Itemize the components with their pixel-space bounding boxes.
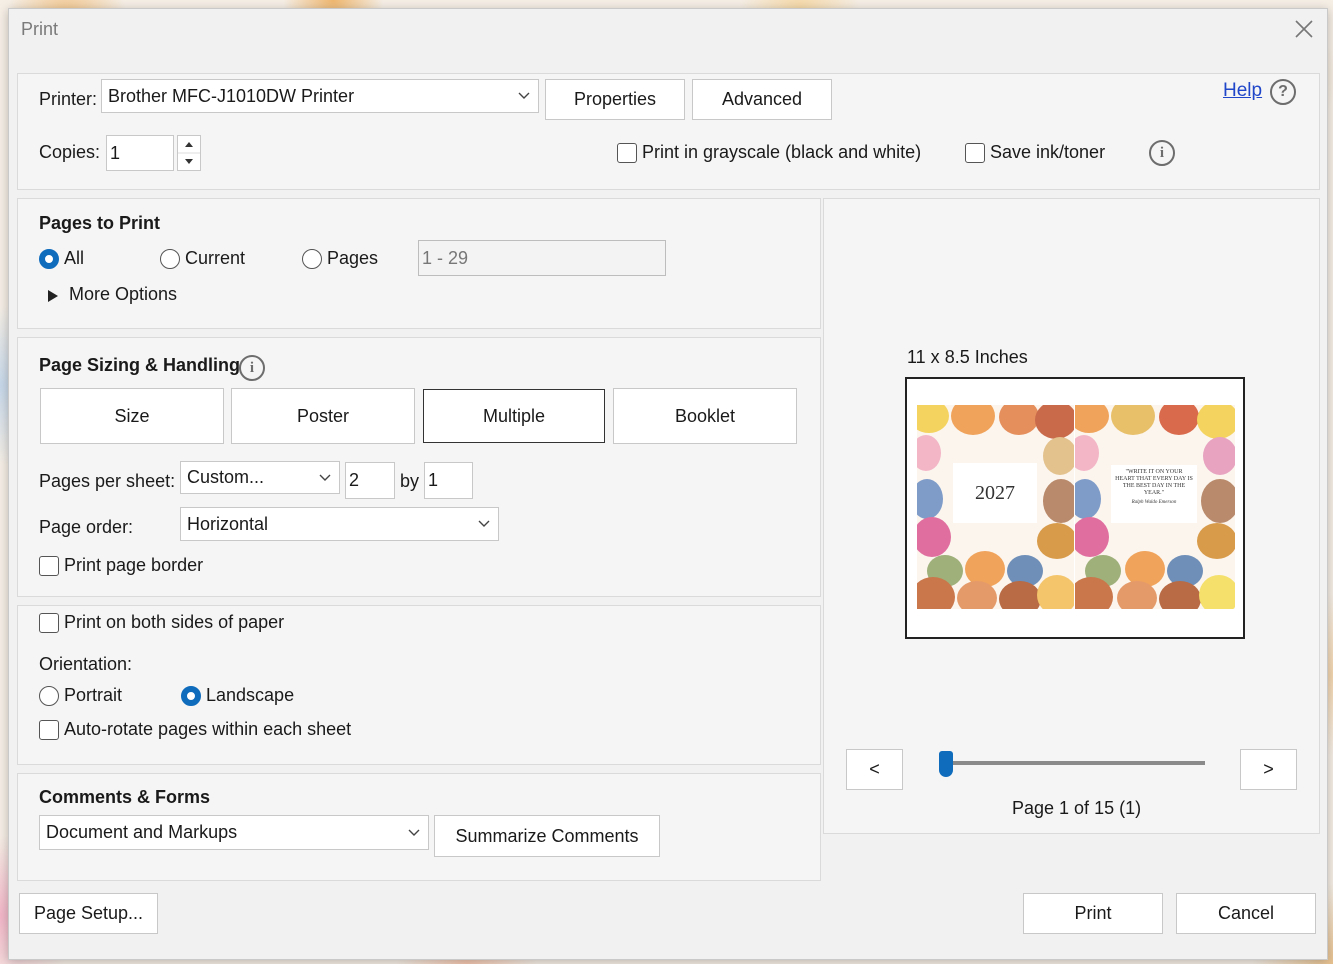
pages-cols-input[interactable]: 2: [345, 462, 395, 499]
pages-current-radio[interactable]: [160, 249, 180, 269]
pages-current-label: Current: [185, 248, 246, 268]
copies-input[interactable]: 1: [106, 135, 174, 171]
tab-multiple[interactable]: Multiple: [423, 389, 605, 443]
preview-year-card: 2027: [953, 463, 1037, 523]
portrait-label: Portrait: [64, 685, 123, 705]
comments-heading: Comments & Forms: [39, 787, 211, 807]
preview-next-button[interactable]: >: [1240, 749, 1297, 790]
copies-stepper[interactable]: [177, 135, 201, 171]
grayscale-label: Print in grayscale (black and white): [642, 142, 922, 162]
portrait-radio[interactable]: [39, 686, 59, 706]
both-sides-label: Print on both sides of paper: [64, 612, 285, 632]
preview-year-text: 2027: [975, 481, 1015, 504]
grayscale-checkbox[interactable]: [617, 143, 637, 163]
printer-select[interactable]: Brother MFC-J1010DW Printer: [101, 79, 539, 113]
both-sides-checkbox[interactable]: [39, 613, 59, 633]
landscape-label: Landscape: [206, 685, 295, 705]
pages-to-print-heading: Pages to Print: [39, 213, 161, 233]
page-info: Page 1 of 15 (1): [1012, 798, 1142, 818]
landscape-radio[interactable]: [181, 686, 201, 706]
pages-all-radio[interactable]: [39, 249, 59, 269]
tab-size[interactable]: Size: [40, 388, 224, 444]
printer-label: Printer:: [39, 89, 98, 109]
preview-right-page: "WRITE IT ON YOUR HEART THAT EVERY DAY I…: [1075, 405, 1235, 609]
slider-thumb[interactable]: [939, 751, 953, 777]
page-sizing-heading: Page Sizing & Handling: [39, 355, 241, 375]
comments-select[interactable]: Document and Markups: [39, 815, 429, 850]
pages-rows-input[interactable]: 1: [424, 462, 473, 499]
properties-button[interactable]: Properties: [545, 79, 685, 120]
preview-quote-author: Ralph Waldo Emerson: [1131, 500, 1177, 505]
auto-rotate-label: Auto-rotate pages within each sheet: [64, 719, 352, 739]
page-order-value: Horizontal: [187, 513, 269, 534]
page-slider[interactable]: [939, 749, 1205, 779]
print-button[interactable]: Print: [1023, 893, 1163, 934]
chevron-down-icon: [408, 829, 420, 836]
auto-rotate-checkbox[interactable]: [39, 720, 59, 740]
preview-left-page: 2027: [917, 405, 1074, 609]
close-icon[interactable]: [1292, 17, 1316, 41]
page-order-select[interactable]: Horizontal: [180, 507, 499, 541]
stepper-arrows-icon: [178, 142, 200, 164]
page-setup-button[interactable]: Page Setup...: [19, 893, 158, 934]
info-icon[interactable]: i: [1149, 140, 1175, 166]
tab-booklet[interactable]: Booklet: [613, 388, 797, 444]
pages-range-radio[interactable]: [302, 249, 322, 269]
preview-quote-text: "WRITE IT ON YOUR HEART THAT EVERY DAY I…: [1115, 469, 1193, 496]
chevron-down-icon: [478, 520, 490, 527]
preview-page: 2027 "WRITE IT ON YOUR HEART THAT EVERY …: [905, 377, 1245, 639]
more-options-toggle[interactable]: More Options: [47, 284, 197, 308]
print-border-label: Print page border: [64, 555, 204, 575]
by-label: by: [400, 471, 420, 491]
preview-prev-button[interactable]: <: [846, 749, 903, 790]
more-options-label: More Options: [69, 284, 178, 304]
pages-per-sheet-value: Custom...: [187, 467, 265, 487]
dialog-title: Print: [21, 19, 59, 39]
tab-poster[interactable]: Poster: [231, 388, 415, 444]
preview-size-label: 11 x 8.5 Inches: [907, 347, 1028, 367]
pages-range-input[interactable]: 1 - 29: [418, 240, 666, 276]
pages-range-label: Pages: [327, 248, 379, 268]
save-ink-checkbox[interactable]: [965, 143, 985, 163]
print-border-checkbox[interactable]: [39, 556, 59, 576]
printer-value: Brother MFC-J1010DW Printer: [108, 85, 355, 106]
triangle-right-icon: [48, 290, 58, 302]
summarize-comments-button[interactable]: Summarize Comments: [434, 815, 660, 857]
page-order-label: Page order:: [39, 517, 134, 537]
pages-per-sheet-label: Pages per sheet:: [39, 471, 176, 491]
chevron-down-icon: [319, 474, 331, 481]
advanced-button[interactable]: Advanced: [692, 79, 832, 120]
sizing-info-icon[interactable]: i: [239, 355, 265, 381]
save-ink-label: Save ink/toner: [990, 142, 1106, 162]
comments-value: Document and Markups: [46, 822, 238, 842]
chevron-down-icon: [518, 92, 530, 99]
preview-quote-card: "WRITE IT ON YOUR HEART THAT EVERY DAY I…: [1111, 465, 1197, 523]
pages-all-label: All: [64, 248, 85, 268]
print-dialog: Print Printer: Brother MFC-J1010DW Print…: [8, 8, 1328, 960]
pages-per-sheet-select[interactable]: Custom...: [180, 461, 340, 494]
copies-label: Copies:: [39, 142, 101, 162]
help-link[interactable]: Help: [1223, 80, 1262, 102]
help-icon[interactable]: ?: [1270, 79, 1296, 105]
cancel-button[interactable]: Cancel: [1176, 893, 1316, 934]
slider-track: [945, 761, 1205, 765]
orientation-label: Orientation:: [39, 654, 133, 674]
